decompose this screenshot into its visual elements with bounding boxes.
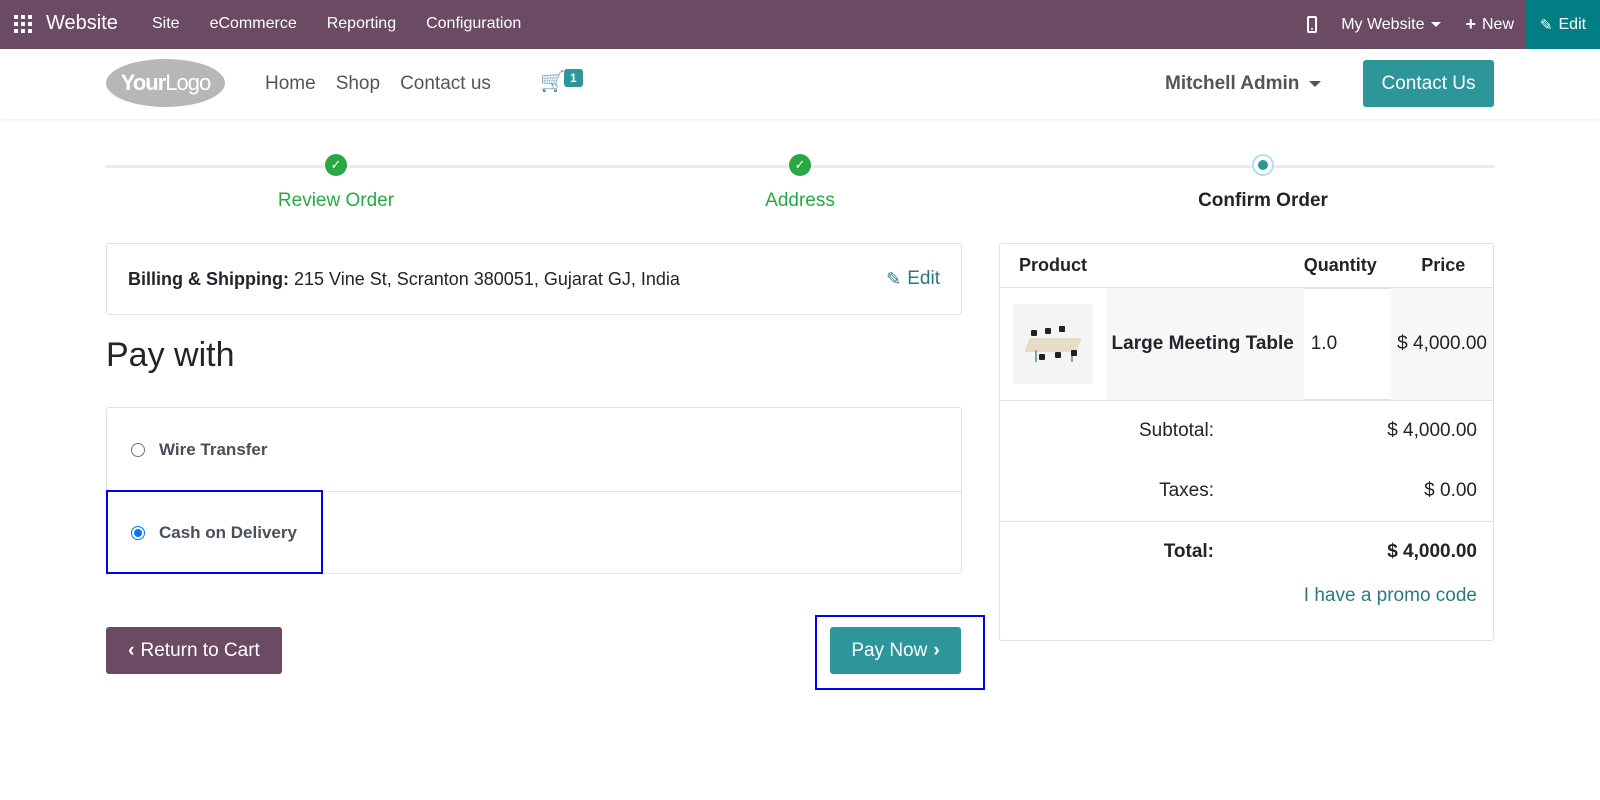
return-to-cart-button[interactable]: ‹ Return to Cart [106,627,282,674]
plus-icon: + [1465,14,1476,34]
nav-shop[interactable]: Shop [336,73,380,95]
taxes-value: $ 0.00 [1424,480,1477,501]
chevron-left-icon: ‹ [128,639,135,661]
step-address[interactable]: ✓ Address [650,154,950,212]
total-row: Total: $ 4,000.00 [1000,521,1493,581]
highlight-box-pay-now [815,615,985,690]
current-step-icon [1252,154,1274,176]
menu-site[interactable]: Site [152,15,180,33]
product-price: $ 4,000.00 [1391,288,1493,400]
step-label: Address [765,190,835,211]
pay-with-heading: Pay with [106,336,235,374]
nav-home[interactable]: Home [265,73,316,95]
product-quantity: 1.0 [1310,333,1338,354]
user-name: Mitchell Admin [1165,73,1300,94]
new-label: New [1481,15,1514,33]
check-circle-icon: ✓ [789,154,811,176]
col-quantity: Quantity [1303,255,1377,275]
app-brand[interactable]: Website [46,12,118,35]
order-summary: Product Quantity Price Large Meeting Tab… [999,243,1494,641]
subtotal-row: Subtotal: $ 4,000.00 [1000,401,1493,461]
return-to-cart-label: Return to Cart [140,639,260,661]
edit-address-label: Edit [907,268,940,289]
apps-grid-icon[interactable] [14,15,32,33]
admin-menu: Site eCommerce Reporting Configuration [152,15,521,33]
step-confirm-order: Confirm Order [1113,154,1413,212]
admin-bar-right: My Website + New ✎ Edit [1307,0,1600,49]
nav-contact-us[interactable]: Contact us [400,73,491,95]
edit-address-link[interactable]: ✎ Edit [886,268,940,290]
col-price: Price [1421,255,1466,275]
step-review-order[interactable]: ✓ Review Order [186,154,486,212]
menu-ecommerce[interactable]: eCommerce [210,15,297,33]
contact-us-button[interactable]: Contact Us [1363,60,1494,107]
site-header: YourLogo Home Shop Contact us 🛒 1 Mitche… [0,49,1600,119]
step-label: Confirm Order [1198,190,1328,211]
summary-header: Product Quantity Price [1000,244,1493,289]
billing-address: 215 Vine St, Scranton 380051, Gujarat GJ… [293,268,680,289]
total-label: Total: [1163,540,1214,562]
taxes-row: Taxes: $ 0.00 [1000,461,1493,521]
payment-method-label: Wire Transfer [159,439,268,459]
cart-count-badge: 1 [564,69,583,87]
site-nav: Home Shop Contact us [265,73,491,95]
col-product: Product [1019,255,1088,275]
highlight-box-cash-on-delivery [106,490,323,574]
check-circle-icon: ✓ [325,154,347,176]
pencil-icon: ✎ [1539,16,1553,34]
subtotal-label: Subtotal: [1139,420,1214,441]
product-image-cell [1000,288,1107,400]
promo-code-link[interactable]: I have a promo code [1000,585,1493,607]
admin-bar: Website Site eCommerce Reporting Configu… [0,0,1600,49]
billing-shipping-box: Billing & Shipping: 215 Vine St, Scranto… [106,243,962,315]
user-menu[interactable]: Mitchell Admin [1165,73,1322,95]
edit-icon: ✎ [886,268,902,289]
table-row: Large Meeting Table 1.0 $ 4,000.00 [1000,288,1493,401]
total-value: $ 4,000.00 [1387,540,1477,562]
edit-website-button[interactable]: ✎ Edit [1526,0,1600,49]
my-website-dropdown[interactable]: My Website [1341,15,1442,34]
menu-configuration[interactable]: Configuration [426,15,521,33]
subtotal-value: $ 4,000.00 [1387,420,1477,441]
step-label: Review Order [277,190,395,211]
product-name: Large Meeting Table [1106,288,1304,400]
product-image [1013,304,1094,384]
edit-label: Edit [1558,15,1587,33]
cart-link[interactable]: 🛒 1 [540,69,583,94]
site-logo[interactable]: YourLogo [106,59,225,107]
new-button[interactable]: + New [1465,14,1514,35]
menu-reporting[interactable]: Reporting [327,15,396,33]
radio-wire-transfer[interactable] [131,442,145,457]
shopping-cart-icon: 🛒 [540,71,565,93]
logo-text: YourLogo [120,70,211,95]
caret-down-icon [1309,81,1322,87]
my-website-label: My Website [1341,15,1425,33]
billing-label: Billing & Shipping: [128,268,289,289]
caret-down-icon [1431,22,1442,27]
taxes-label: Taxes: [1159,480,1214,501]
mobile-preview-icon[interactable] [1307,16,1318,33]
payment-method-wire-transfer[interactable]: Wire Transfer [107,408,961,491]
